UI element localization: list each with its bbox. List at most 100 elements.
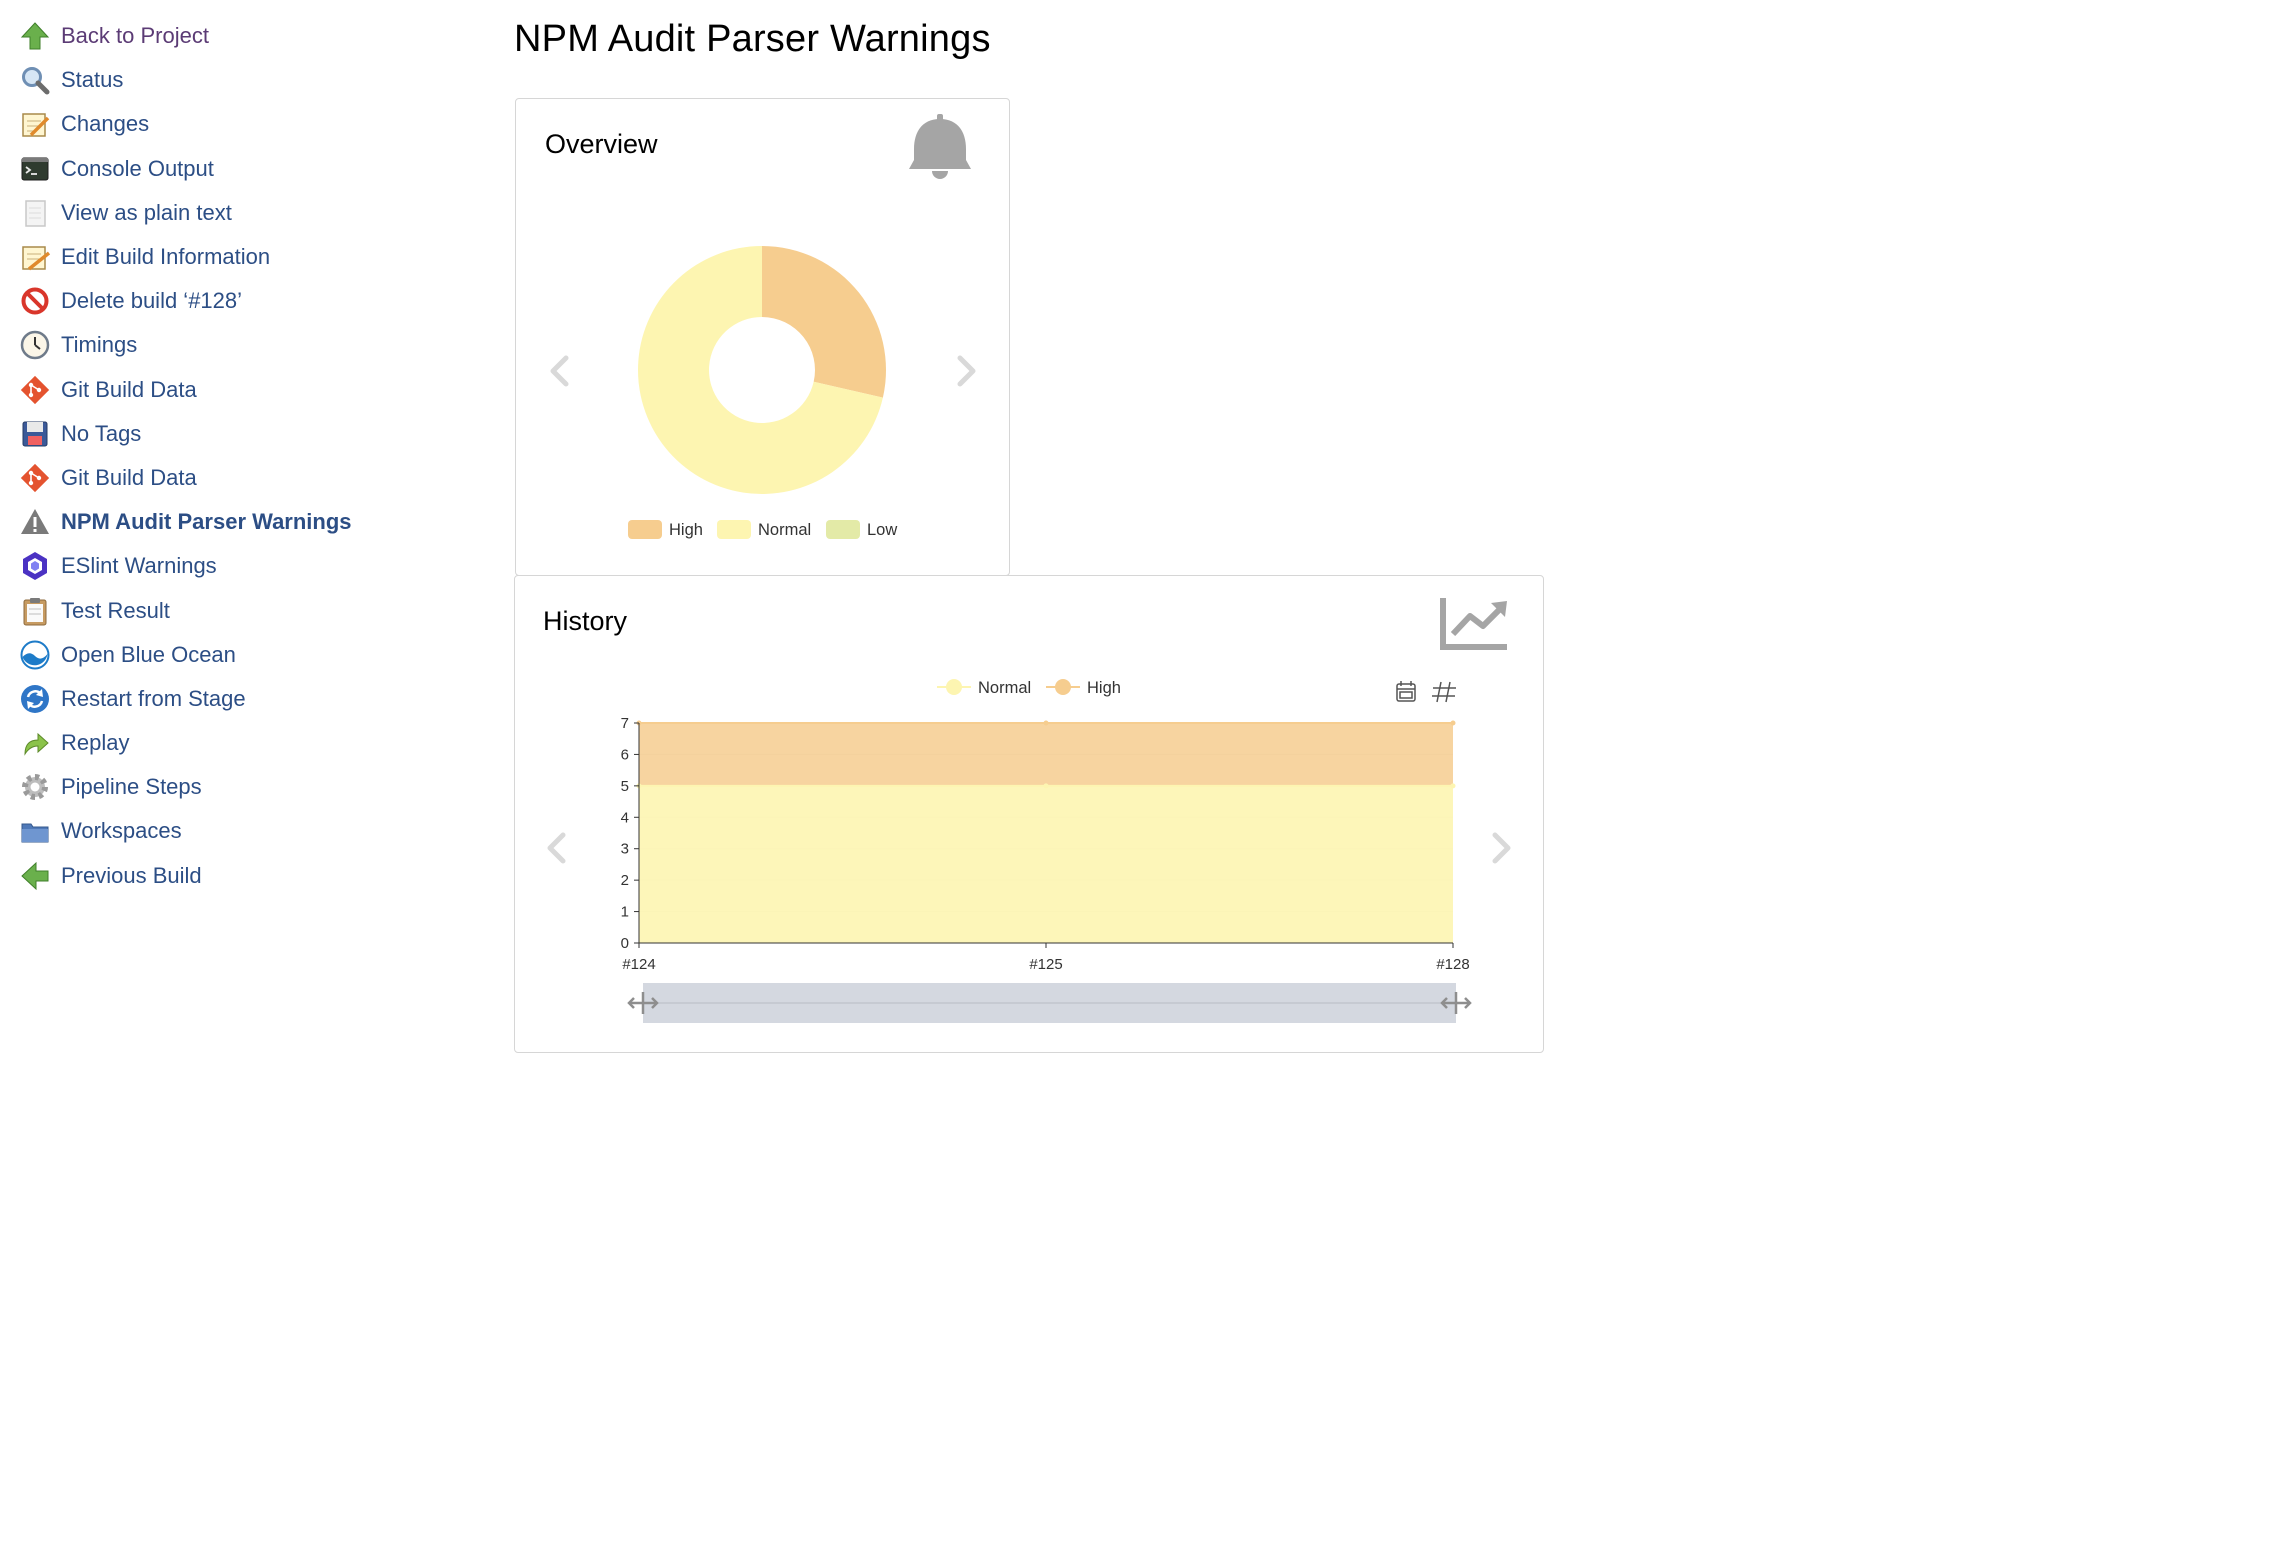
- sidebar-item-open-blue-ocean[interactable]: Open Blue Ocean: [16, 633, 456, 677]
- replay-arrow-icon: [16, 727, 54, 759]
- git-icon: [16, 462, 54, 494]
- sidebar-item-label: Restart from Stage: [61, 685, 246, 711]
- sidebar-item-eslint-warnings[interactable]: ESlint Warnings: [16, 544, 456, 588]
- folder-icon: [16, 815, 54, 847]
- bell-icon: [909, 114, 971, 179]
- legend-swatch: [717, 520, 751, 539]
- sidebar-item-label: Delete build ‘#128’: [61, 288, 243, 314]
- y-tick-label: 5: [621, 778, 629, 795]
- sidebar-item-label: Back to Project: [61, 23, 209, 49]
- trend-chart-icon: [1440, 598, 1507, 650]
- overview-prev-arrow[interactable]: [550, 355, 569, 387]
- sidebar-item-label: No Tags: [61, 420, 142, 446]
- no-entry-icon: [16, 285, 54, 317]
- legend-swatch: [628, 520, 662, 539]
- area-series-normal[interactable]: [639, 785, 1453, 943]
- y-tick-label: 0: [621, 935, 629, 952]
- floppy-disk-icon: [16, 418, 54, 450]
- sidebar-item-label: Status: [61, 67, 124, 93]
- clipboard-icon: [16, 595, 54, 627]
- legend-label: High: [1087, 679, 1121, 697]
- page-title: NPM Audit Parser Warnings: [514, 18, 991, 60]
- sidebar-item-label: Edit Build Information: [61, 244, 271, 270]
- history-chart: 0 1 2 3 4 5 6 7 #124 #125 #128 Normal High: [547, 598, 1511, 1023]
- area-series-high[interactable]: [639, 723, 1453, 786]
- notepad-pencil-icon: [16, 241, 54, 273]
- arrow-left-icon: [16, 860, 54, 892]
- sidebar-item-delete-build-128[interactable]: Delete build ‘#128’: [16, 279, 456, 323]
- x-tick-label: #125: [1029, 956, 1062, 973]
- sidebar-item-workspaces[interactable]: Workspaces: [16, 809, 456, 853]
- git-icon: [16, 374, 54, 406]
- legend-label: Normal: [758, 521, 811, 539]
- data-point-normal[interactable]: [1450, 783, 1456, 789]
- sidebar-item-timings[interactable]: Timings: [16, 323, 456, 367]
- sidebar-item-console-output[interactable]: Console Output: [16, 147, 456, 191]
- sidebar-item-git-build-data[interactable]: Git Build Data: [16, 456, 456, 500]
- x-tick-label: #128: [1436, 956, 1469, 973]
- legend-label: Normal: [978, 679, 1031, 697]
- sidebar-item-no-tags[interactable]: No Tags: [16, 412, 456, 456]
- sidebar-item-label: Git Build Data: [61, 376, 197, 402]
- sidebar-item-edit-build-information[interactable]: Edit Build Information: [16, 235, 456, 279]
- overview-next-arrow[interactable]: [957, 355, 976, 387]
- sidebar-item-label: NPM Audit Parser Warnings: [61, 509, 352, 535]
- y-tick-label: 3: [621, 841, 629, 858]
- history-next-arrow[interactable]: [1492, 832, 1511, 864]
- data-zoom-slider[interactable]: [627, 983, 1472, 1023]
- legend-label: High: [669, 521, 703, 539]
- sidebar-item-label: ESlint Warnings: [61, 553, 217, 579]
- legend-item-high[interactable]: High: [628, 520, 703, 539]
- legend-item-low[interactable]: Low: [826, 520, 897, 539]
- sidebar-item-replay[interactable]: Replay: [16, 721, 456, 765]
- x-tick-label: #124: [622, 956, 655, 973]
- eslint-hexagon-icon: [16, 550, 54, 582]
- sidebar-item-label: Git Build Data: [61, 464, 197, 490]
- restart-icon: [16, 683, 54, 715]
- overview-chart: High Normal Low: [550, 114, 976, 539]
- sidebar-item-label: Test Result: [61, 597, 170, 623]
- warning-triangle-icon: [16, 506, 54, 538]
- gear-icon: [16, 771, 54, 803]
- y-tick-label: 2: [621, 872, 629, 889]
- sidebar-item-view-as-plain-text[interactable]: View as plain text: [16, 191, 456, 235]
- sidebar-item-label: Console Output: [61, 155, 214, 181]
- y-tick-label: 7: [621, 715, 629, 732]
- legend-swatch: [826, 520, 860, 539]
- sidebar-item-test-result[interactable]: Test Result: [16, 588, 456, 632]
- sidebar-item-label: Workspaces: [61, 818, 182, 844]
- legend-marker: [946, 679, 962, 695]
- history-card: History 0 1 2 3 4 5 6 7 #124 #125 #128 N…: [514, 575, 1544, 1053]
- calendar-icon[interactable]: [1396, 681, 1416, 702]
- y-tick-label: 4: [621, 809, 629, 826]
- magnifier-icon: [16, 64, 54, 96]
- data-point-normal[interactable]: [1043, 783, 1049, 789]
- legend-item-normal[interactable]: Normal: [937, 679, 1031, 697]
- sidebar-item-status[interactable]: Status: [16, 58, 456, 102]
- pie-slice-high[interactable]: [762, 246, 886, 398]
- data-point-high[interactable]: [1043, 720, 1049, 726]
- notepad-icon: [16, 108, 54, 140]
- sidebar-item-changes[interactable]: Changes: [16, 102, 456, 146]
- sidebar-item-git-build-data[interactable]: Git Build Data: [16, 368, 456, 412]
- sidebar-item-pipeline-steps[interactable]: Pipeline Steps: [16, 765, 456, 809]
- hashtag-icon[interactable]: [1432, 681, 1456, 703]
- clock-icon: [16, 329, 54, 361]
- sidebar: Back to Project Status Changes Console Outp…: [16, 14, 456, 898]
- sidebar-item-npm-audit-parser-warnings[interactable]: NPM Audit Parser Warnings: [16, 500, 456, 544]
- history-prev-arrow[interactable]: [547, 832, 566, 864]
- sidebar-item-label: Previous Build: [61, 862, 202, 888]
- sidebar-item-restart-from-stage[interactable]: Restart from Stage: [16, 677, 456, 721]
- sidebar-item-label: Timings: [61, 332, 138, 358]
- sidebar-item-back-to-project[interactable]: Back to Project: [16, 14, 456, 58]
- sidebar-item-previous-build[interactable]: Previous Build: [16, 854, 456, 898]
- legend-marker: [1055, 679, 1071, 695]
- overview-card: Overview High Normal Low: [515, 98, 1010, 576]
- sidebar-item-label: Pipeline Steps: [61, 774, 202, 800]
- y-tick-label: 6: [621, 746, 629, 763]
- legend-item-high[interactable]: High: [1046, 679, 1121, 697]
- data-point-high[interactable]: [1450, 720, 1456, 726]
- blue-ocean-icon: [16, 639, 54, 671]
- sidebar-item-label: View as plain text: [61, 199, 232, 225]
- legend-item-normal[interactable]: Normal: [717, 520, 811, 539]
